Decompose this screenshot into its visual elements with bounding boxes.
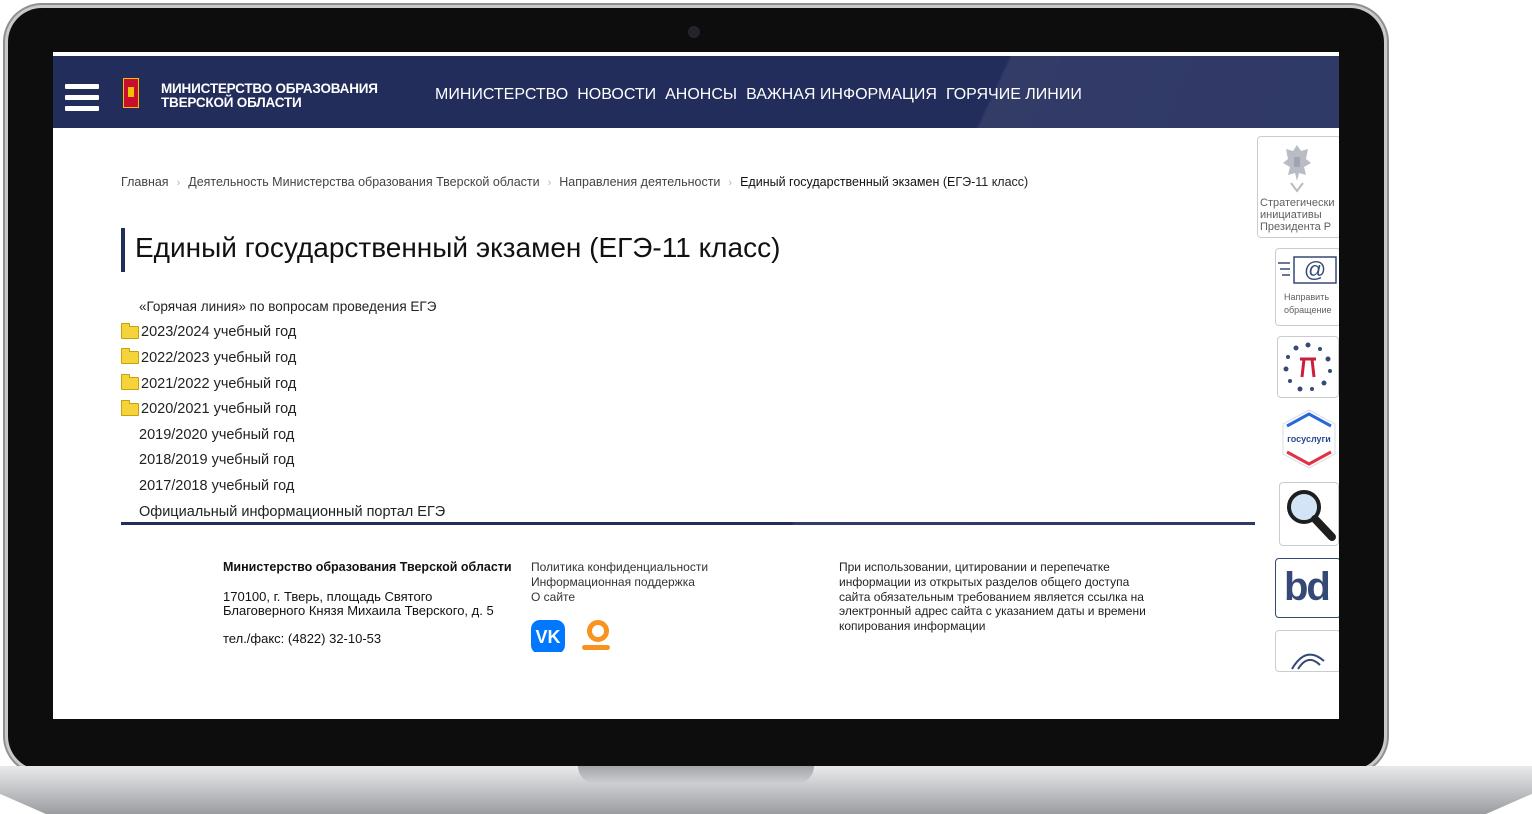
info-support-link[interactable]: Информационная поддержка bbox=[531, 575, 708, 590]
list-item[interactable]: «Горячая линия» по вопросам проведения Е… bbox=[121, 294, 445, 320]
coat-of-arms-logo[interactable] bbox=[123, 78, 139, 108]
site-header: МИНИСТЕРСТВО ОБРАЗОВАНИЯ ТВЕРСКОЙ ОБЛАСТ… bbox=[53, 56, 1339, 128]
gosuslugi-icon: госуслуги bbox=[1282, 409, 1336, 469]
search-icon bbox=[1287, 490, 1336, 541]
privacy-policy-link[interactable]: Политика конфиденциальности bbox=[531, 560, 708, 575]
address-line: 170100, г. Тверь, площадь Святого bbox=[223, 589, 433, 604]
footer-org-name: Министерство образования Тверской област… bbox=[223, 560, 512, 574]
folder-icon bbox=[121, 374, 139, 391]
camera-dot bbox=[690, 28, 698, 36]
strategic-label: Стратегически инициативы Президента Р bbox=[1260, 197, 1335, 233]
nav-item-news[interactable]: НОВОСТИ bbox=[577, 86, 656, 104]
breadcrumb-activity[interactable]: Деятельность Министерства образования Тв… bbox=[188, 175, 539, 189]
chevron-right-icon: › bbox=[547, 177, 552, 189]
bd-logo: bd bbox=[1284, 565, 1331, 609]
nav-item-announcements[interactable]: АНОНСЫ bbox=[665, 86, 737, 104]
nav-item-important-info[interactable]: ВАЖНАЯ ИНФОРМАЦИЯ bbox=[746, 86, 937, 104]
copyright-notice: При использовании, цитировании и перепеч… bbox=[839, 560, 1146, 634]
address-line: Благоверного Князя Михаила Тверского, д.… bbox=[223, 603, 494, 618]
ministry-name-line2: ТВЕРСКОЙ ОБЛАСТИ bbox=[161, 95, 302, 110]
list-item-label: 2022/2023 учебный год bbox=[141, 349, 297, 366]
nav-item-ministry[interactable]: МИНИСТЕРСТВО bbox=[435, 86, 568, 104]
menu-icon[interactable] bbox=[65, 84, 99, 116]
list-item-label: 2017/2018 учебный год bbox=[139, 477, 295, 494]
nav-item-hotlines[interactable]: ГОРЯЧИЕ ЛИНИИ bbox=[946, 86, 1082, 104]
email-icon: @ bbox=[1278, 256, 1337, 284]
main-nav: МИНИСТЕРСТВО НОВОСТИ АНОНСЫ ВАЖНАЯ ИНФОР… bbox=[435, 86, 1091, 104]
accessibility-icon bbox=[1291, 653, 1325, 670]
footer-phone: тел./факс: (4822) 32-10-53 bbox=[223, 631, 382, 646]
russian-eagle-icon bbox=[1283, 145, 1311, 193]
chevron-right-icon: › bbox=[176, 177, 181, 189]
bd-widget[interactable]: bd bbox=[1275, 558, 1339, 618]
list-item[interactable]: 2022/2023 учебный год bbox=[121, 345, 445, 371]
strategic-initiatives-widget[interactable]: Стратегически инициативы Президента Р bbox=[1257, 136, 1339, 238]
list-item[interactable]: 2017/2018 учебный год bbox=[121, 473, 445, 499]
search-widget[interactable] bbox=[1279, 482, 1339, 546]
gosuslugi-widget[interactable]: госуслуги bbox=[1281, 408, 1337, 470]
folder-icon bbox=[121, 348, 139, 365]
footer-contacts: Министерство образования Тверской област… bbox=[223, 560, 512, 646]
page-title: Единый государственный экзамен (ЕГЭ-11 к… bbox=[135, 232, 781, 263]
send-appeal-widget[interactable]: @ Направить обращение bbox=[1275, 248, 1339, 326]
svg-text:госуслуги: госуслуги bbox=[1287, 434, 1331, 444]
screen: МИНИСТЕРСТВО ОБРАЗОВАНИЯ ТВЕРСКОЙ ОБЛАСТ… bbox=[53, 52, 1339, 719]
list-item[interactable]: 2019/2020 учебный год bbox=[121, 422, 445, 448]
list-item-label: 2023/2024 учебный год bbox=[141, 324, 297, 341]
chevron-right-icon: › bbox=[728, 177, 733, 189]
accessibility-widget[interactable] bbox=[1275, 630, 1339, 672]
list-item[interactable]: 2023/2024 учебный год bbox=[121, 320, 445, 346]
list-item-label: 2020/2021 учебный год bbox=[141, 401, 297, 418]
viewport-cutoff bbox=[53, 652, 1339, 660]
svg-text:@: @ bbox=[1304, 257, 1326, 282]
folder-icon bbox=[121, 399, 139, 416]
breadcrumb-directions[interactable]: Направления деятельности bbox=[559, 175, 720, 189]
national-projects-widget[interactable] bbox=[1277, 336, 1339, 398]
list-item-label: 2021/2022 учебный год bbox=[141, 375, 297, 392]
document-list: «Горячая линия» по вопросам проведения Е… bbox=[121, 294, 445, 524]
vk-icon[interactable]: VK bbox=[531, 620, 565, 654]
breadcrumb-current: Единый государственный экзамен (ЕГЭ-11 к… bbox=[740, 175, 1029, 189]
laptop-notch bbox=[578, 766, 814, 784]
footer-divider bbox=[121, 522, 1255, 525]
list-item[interactable]: 2020/2021 учебный год bbox=[121, 396, 445, 422]
list-item[interactable]: 2021/2022 учебный год bbox=[121, 371, 445, 397]
title-accent-bar bbox=[121, 228, 125, 272]
list-item-label: «Горячая линия» по вопросам проведения Е… bbox=[139, 299, 437, 315]
list-item-label: Официальный информационный портал ЕГЭ bbox=[139, 503, 446, 520]
about-site-link[interactable]: О сайте bbox=[531, 590, 708, 605]
footer-links: Политика конфиденциальности Информационн… bbox=[531, 560, 708, 605]
ministry-name-line1: МИНИСТЕРСТВО ОБРАЗОВАНИЯ bbox=[161, 81, 378, 96]
send-appeal-label: Направить обращение bbox=[1284, 292, 1332, 315]
footer-address: 170100, г. Тверь, площадь Святого Благов… bbox=[223, 590, 512, 618]
list-item-label: 2018/2019 учебный год bbox=[139, 452, 295, 469]
list-item[interactable]: Официальный информационный портал ЕГЭ bbox=[121, 499, 445, 525]
national-projects-icon bbox=[1283, 342, 1332, 392]
list-item-label: 2019/2020 учебный год bbox=[139, 426, 295, 443]
site-logo-text[interactable]: МИНИСТЕРСТВО ОБРАЗОВАНИЯ ТВЕРСКОЙ ОБЛАСТ… bbox=[161, 82, 378, 110]
breadcrumb-home[interactable]: Главная bbox=[121, 175, 169, 189]
breadcrumb: Главная › Деятельность Министерства образо… bbox=[121, 175, 1028, 189]
list-item[interactable]: 2018/2019 учебный год bbox=[121, 448, 445, 474]
folder-icon bbox=[121, 322, 139, 339]
